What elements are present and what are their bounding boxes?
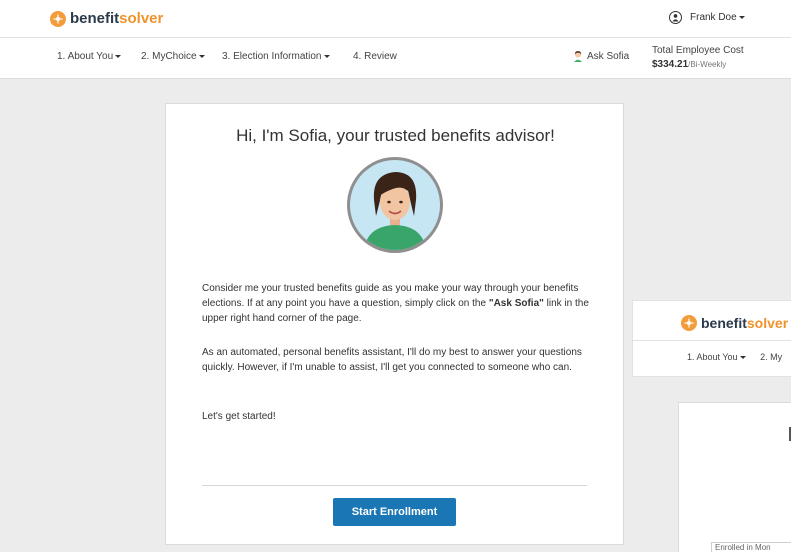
logo-text-solver: solver [119, 10, 164, 27]
step-nav: 1. About You 2. MyChoice 3. Election Inf… [0, 38, 791, 79]
total-employee-cost: Total Employee Cost $334.21/Bi-Weekly [652, 44, 744, 72]
background-nav-item: 2. My [760, 352, 783, 362]
background-logo: benefit solver [681, 315, 788, 331]
chevron-down-icon [323, 54, 330, 58]
logo-text-benefit: benefit [70, 10, 120, 27]
background-header-divider [633, 340, 791, 341]
background-page-card [678, 402, 791, 552]
nav-step-label: 1. About You [57, 51, 114, 62]
sofia-intro-card: Hi, I'm Sofia, your trusted benefits adv… [165, 103, 624, 545]
intro-paragraph-3: Let's get started! [202, 411, 276, 422]
nav-step-election-information[interactable]: 3. Election Information [222, 51, 330, 62]
chevron-down-icon [739, 356, 746, 360]
logo-text-benefit: benefit [701, 315, 747, 331]
start-enrollment-button[interactable]: Start Enrollment [333, 498, 456, 526]
cost-amount: $334.21 [652, 59, 689, 70]
intro-paragraph-1: Consider me your trusted benefits guide … [202, 281, 592, 326]
nav-step-label: 3. Election Information [222, 51, 322, 62]
benefitsolver-logo[interactable]: benefit solver [50, 10, 163, 27]
sofia-avatar-icon [574, 51, 582, 62]
chevron-down-icon [738, 16, 745, 19]
chevron-down-icon [198, 54, 205, 58]
top-bar: benefit solver Frank Doe [0, 0, 791, 38]
background-nav-item: 1. About You [687, 352, 738, 362]
background-page-header: benefit solver 1. About You 2. My [632, 300, 791, 377]
user-name: Frank Doe [690, 12, 737, 23]
logo-text-solver: solver [746, 315, 789, 331]
ask-sofia-link[interactable]: Ask Sofia [572, 50, 629, 62]
background-nav: 1. About You 2. My [687, 352, 782, 362]
card-divider [202, 485, 587, 486]
ask-sofia-label: Ask Sofia [587, 50, 630, 62]
sofia-avatar [347, 157, 443, 253]
nav-step-mychoice[interactable]: 2. MyChoice [141, 51, 205, 62]
nav-step-label: 2. MyChoice [141, 51, 197, 62]
benefitsolver-logo-icon [50, 10, 66, 27]
nav-step-about-you[interactable]: 1. About You [57, 51, 122, 62]
card-title: Hi, I'm Sofia, your trusted benefits adv… [236, 126, 555, 145]
user-icon [669, 11, 682, 24]
cost-period: /Bi-Weekly [688, 60, 727, 69]
chevron-down-icon [115, 54, 122, 58]
background-enrolled-field: Enrolled in Mon [711, 542, 791, 552]
cost-label: Total Employee Cost [652, 45, 744, 56]
intro-paragraph-2: As an automated, personal benefits assis… [202, 347, 582, 373]
nav-step-review[interactable]: 4. Review [353, 51, 397, 62]
benefitsolver-logo-icon [681, 315, 697, 331]
sofia-portrait-image [350, 160, 440, 250]
nav-step-label: 4. Review [353, 51, 397, 62]
user-menu[interactable]: Frank Doe [669, 11, 745, 24]
ask-sofia-emphasis: "Ask Sofia" [488, 298, 544, 309]
